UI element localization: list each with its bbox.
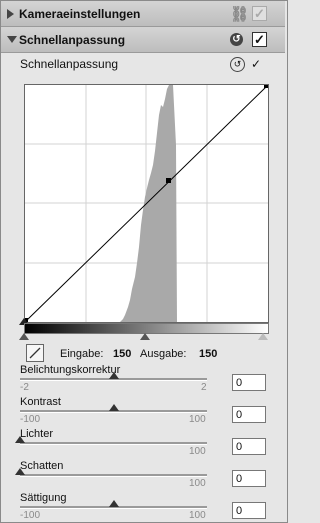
quick-fix-header[interactable]: Schnellanpassung ↺ ✓	[1, 27, 285, 53]
camera-settings-title: Kameraeinstellungen	[19, 7, 141, 21]
input-value: 150	[113, 348, 132, 360]
output-value: 150	[199, 348, 218, 360]
slider-min: -100	[20, 510, 41, 521]
slider-track[interactable]	[20, 442, 207, 445]
slider-label: Sättigung	[20, 492, 67, 504]
slider-label: Belichtungskorrektur	[20, 364, 121, 376]
slider-min: -100	[20, 414, 41, 425]
slider-label: Schatten	[20, 460, 64, 472]
slider-thumb[interactable]	[15, 436, 25, 443]
quick-fix-title: Schnellanpassung	[19, 33, 126, 47]
slider-thumb[interactable]	[109, 404, 119, 411]
collapse-triangle-icon[interactable]	[7, 36, 17, 43]
reset-icon[interactable]: ↺	[230, 33, 243, 46]
camera-settings-checkbox[interactable]: ✓	[252, 6, 267, 21]
input-white-handle[interactable]	[258, 333, 268, 340]
input-midtone-handle[interactable]	[140, 333, 150, 340]
slider-label: Kontrast	[20, 396, 61, 408]
slider-value-input[interactable]: 0	[232, 438, 266, 455]
slider-value-input[interactable]: 0	[232, 406, 266, 423]
curve-midpoint	[166, 178, 171, 183]
slider-thumb[interactable]	[109, 500, 119, 507]
slider-value-input[interactable]: 0	[232, 374, 266, 391]
slider-max: 100	[189, 510, 206, 521]
curve-graph[interactable]	[24, 84, 269, 323]
expand-triangle-icon[interactable]	[7, 9, 14, 19]
subsection-check-icon[interactable]: ✓	[251, 57, 261, 71]
input-black-handle[interactable]	[19, 333, 29, 340]
subsection-reset-icon[interactable]: ↺	[230, 57, 245, 72]
slider-max: 100	[189, 446, 206, 457]
slider-track[interactable]	[20, 474, 207, 477]
quick-fix-checkbox[interactable]: ✓	[252, 32, 267, 47]
slider-value-input[interactable]: 0	[232, 470, 266, 487]
slider-max: 2	[201, 382, 207, 393]
slider-max: 100	[189, 414, 206, 425]
slider-min: -2	[20, 382, 29, 393]
output-label: Ausgabe:	[140, 348, 187, 360]
slider-thumb[interactable]	[109, 372, 119, 379]
input-label: Eingabe:	[60, 348, 104, 360]
slider-value-input[interactable]: 0	[232, 502, 266, 519]
link-icon: ⛓	[230, 6, 250, 23]
slider-max: 100	[189, 478, 206, 489]
slider-thumb[interactable]	[15, 468, 25, 475]
curve-endpoint-top	[264, 85, 268, 88]
curve-tool-button[interactable]	[26, 344, 44, 362]
camera-settings-header[interactable]: Kameraeinstellungen ⛓ ✓	[1, 1, 285, 27]
subsection-title: Schnellanpassung	[20, 57, 119, 71]
